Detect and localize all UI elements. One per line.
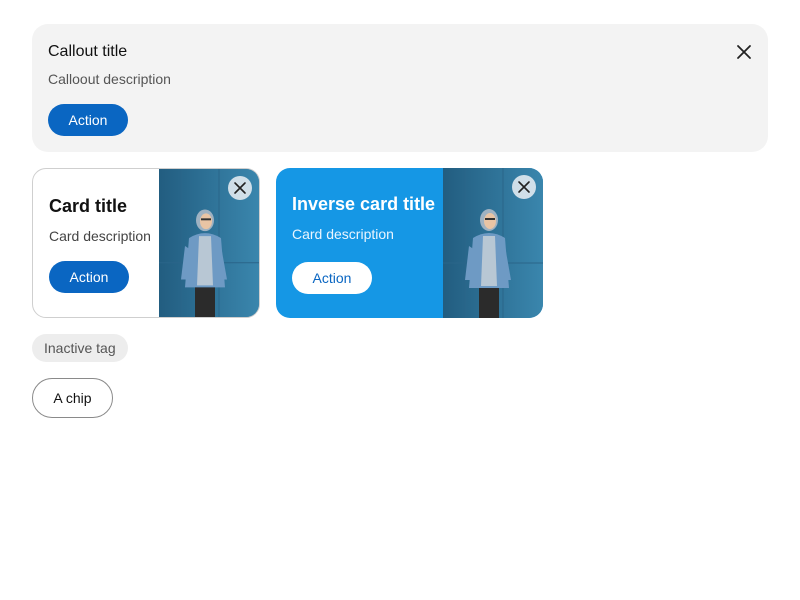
card-action-button[interactable]: Action <box>49 261 129 293</box>
callout-action-button[interactable]: Action <box>48 104 128 136</box>
chip[interactable]: A chip <box>32 378 113 418</box>
close-icon <box>234 182 246 194</box>
inverse-card: Inverse card title Card description Acti… <box>276 168 543 318</box>
card: Card title Card description Action <box>32 168 260 318</box>
callout-title: Callout title <box>48 43 128 60</box>
close-icon[interactable] <box>736 44 752 60</box>
card-title: Inverse card title <box>292 194 436 214</box>
image-close-button[interactable] <box>512 175 536 199</box>
callout: Callout title Calloout description Actio… <box>32 24 768 152</box>
card-description: Card description <box>49 228 151 244</box>
callout-description: Calloout description <box>48 71 171 87</box>
card-action-button[interactable]: Action <box>292 262 372 294</box>
card-title: Card title <box>49 196 128 216</box>
image-close-button[interactable] <box>228 176 252 200</box>
inactive-tag: Inactive tag <box>32 334 128 362</box>
card-description: Card description <box>292 226 394 242</box>
close-icon <box>518 181 530 193</box>
